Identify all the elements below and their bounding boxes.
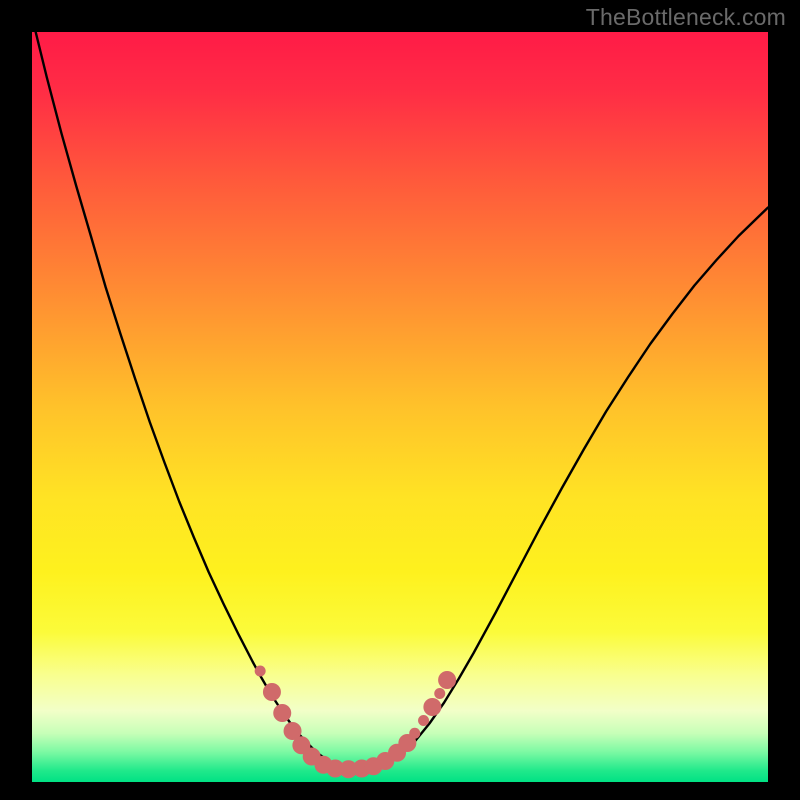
marker-point (423, 698, 441, 716)
chart-stage: TheBottleneck.com (0, 0, 800, 800)
marker-point (409, 728, 420, 739)
bottleneck-curve (32, 17, 768, 769)
marker-point (418, 715, 429, 726)
curve-layer (32, 32, 768, 782)
marker-point (255, 666, 266, 677)
plot-area (32, 32, 768, 782)
marker-point (273, 704, 291, 722)
marker-point (263, 683, 281, 701)
marker-point (438, 671, 456, 689)
watermark-text: TheBottleneck.com (586, 4, 786, 31)
marker-point (434, 688, 445, 699)
